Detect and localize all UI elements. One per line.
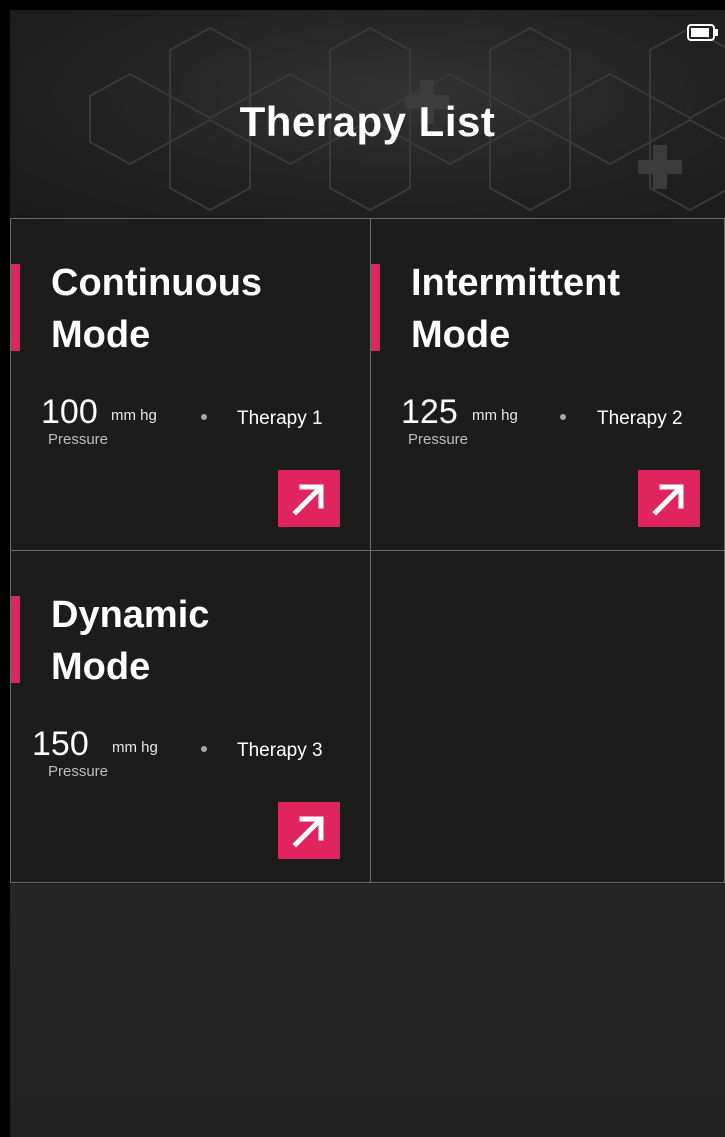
open-therapy-button[interactable] xyxy=(278,802,340,859)
separator-dot xyxy=(201,414,207,420)
pressure-value: 125 xyxy=(401,393,458,431)
therapy-name: Therapy 1 xyxy=(237,408,323,429)
header: Therapy List xyxy=(10,10,725,218)
therapy-card[interactable]: Intermittent Mode 125 mm hg Pressure The… xyxy=(371,218,725,551)
mode-title: Continuous Mode xyxy=(51,257,351,361)
mode-title: Intermittent Mode xyxy=(411,257,711,361)
open-therapy-button[interactable] xyxy=(278,470,340,527)
pressure-label: Pressure xyxy=(48,431,109,448)
mode-title-line1: Continuous xyxy=(51,262,263,304)
separator-dot xyxy=(201,746,207,752)
pressure-value: 100 xyxy=(41,393,98,431)
pressure-unit: mm hg xyxy=(472,407,518,424)
mode-title-line2: Mode xyxy=(51,646,151,688)
separator-dot xyxy=(560,414,566,420)
app-screen: Therapy List Continuous Mode 100 mm hg P… xyxy=(10,10,725,1137)
mode-title-line1: Intermittent xyxy=(411,262,620,304)
therapy-card[interactable]: Continuous Mode 100 mm hg Pressure Thera… xyxy=(10,218,371,551)
pressure-label: Pressure xyxy=(408,431,469,448)
mode-title-line2: Mode xyxy=(51,314,151,356)
pressure-unit: mm hg xyxy=(111,407,157,424)
arrow-up-right-icon xyxy=(652,484,684,516)
page-title: Therapy List xyxy=(239,98,496,145)
pressure-value: 150 xyxy=(32,725,89,763)
therapy-name: Therapy 3 xyxy=(237,740,323,761)
open-therapy-button[interactable] xyxy=(638,470,700,527)
card-accent-bar xyxy=(11,596,20,683)
therapy-name: Therapy 2 xyxy=(597,408,683,429)
battery-icon xyxy=(687,24,718,41)
card-accent-bar xyxy=(371,264,380,351)
arrow-up-right-icon xyxy=(292,816,324,848)
arrow-up-right-icon xyxy=(292,484,324,516)
pressure-unit: mm hg xyxy=(112,739,158,756)
mode-title-line1: Dynamic xyxy=(51,594,210,636)
empty-card xyxy=(371,550,725,883)
mode-title-line2: Mode xyxy=(411,314,511,356)
bottom-area xyxy=(10,884,725,1137)
pressure-label: Pressure xyxy=(48,763,109,780)
mode-title: Dynamic Mode xyxy=(51,589,351,693)
card-accent-bar xyxy=(11,264,20,351)
therapy-grid: Continuous Mode 100 mm hg Pressure Thera… xyxy=(10,218,725,884)
therapy-card[interactable]: Dynamic Mode 150 mm hg Pressure Therapy … xyxy=(10,550,371,883)
